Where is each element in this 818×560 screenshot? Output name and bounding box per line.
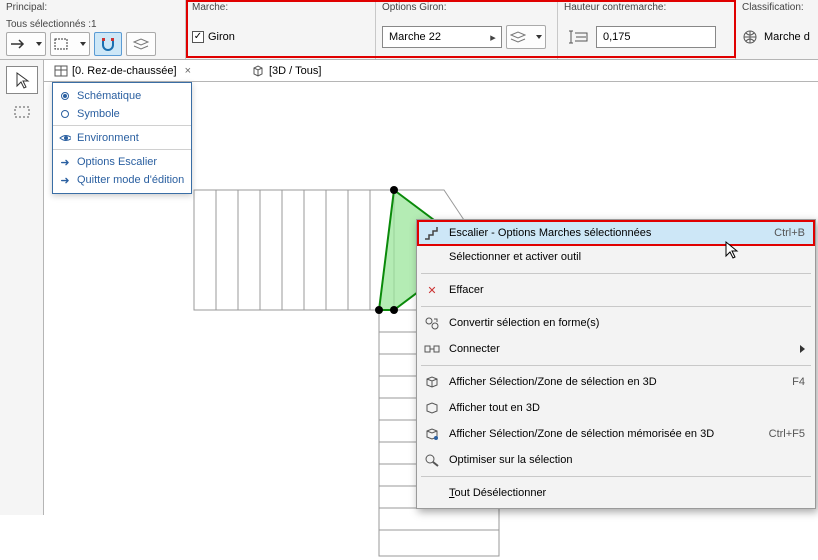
tab-3d[interactable]: [3D / Tous] [245,62,327,80]
section-marche: Marche: Giron [186,0,376,59]
ctx-effacer[interactable]: ✕ Effacer [419,277,813,303]
triangle-right-icon: ▸ [485,31,501,44]
menu-schematique[interactable]: Schématique [53,87,191,105]
tool-pointer[interactable] [6,66,38,94]
section-options-giron: Options Giron: Marche 22 ▸ [376,0,558,59]
ctx-deselect[interactable]: Tout Désélectionner [419,480,813,506]
tab-bar: [0. Rez-de-chaussée] × [3D / Tous] [44,60,818,82]
label-principal: Principal: [6,2,179,13]
input-hauteur-value: 0,175 [603,31,631,43]
checkbox-giron[interactable] [192,31,204,43]
classification-row: Marche d [742,19,812,55]
ctx-escalier-options[interactable]: Escalier - Options Marches sélectionnées… [417,220,815,246]
tab-plan-close[interactable]: × [185,65,191,77]
separator [421,365,811,366]
context-menu: Escalier - Options Marches sélectionnées… [416,219,816,509]
label-options-giron: Options Giron: [382,2,551,13]
section-hauteur: Hauteur contremarche: 0,175 [558,0,736,59]
stair-icon [423,224,441,242]
section-classification: Classification: Marche d [736,0,818,59]
label-classification: Classification: [742,2,812,13]
combo-giron-value: Marche 22 [383,31,485,43]
optimize-icon [423,451,441,469]
menu-symbole[interactable]: Symbole [53,105,191,126]
view3d-icon [423,373,441,391]
section-principal: Principal: Tous sélectionnés :1 [0,0,186,59]
arrow-right-icon: ➜ [59,174,71,186]
cube-icon [251,64,265,78]
ctx-convertir[interactable]: Convertir sélection en forme(s) [419,310,813,336]
tool-marquee-dropdown[interactable] [50,32,90,56]
menu-options-escalier[interactable]: ➜ Options Escalier [53,153,191,171]
radio-off-icon [61,110,69,118]
hauteur-icon [564,25,592,49]
giron-row: Marche 22 ▸ [382,19,551,55]
connect-icon [423,340,441,358]
ctx-afficher-mem-3d[interactable]: Afficher Sélection/Zone de sélection mém… [419,421,813,447]
convert-icon [423,314,441,332]
menu-quitter[interactable]: ➜ Quitter mode d'édition [53,171,191,189]
view-mode-menu: Schématique Symbole Environment ➜ Option… [52,82,192,194]
submenu-arrow-icon [800,345,805,353]
separator [421,306,811,307]
ctx-afficher-3d[interactable]: Afficher Sélection/Zone de sélection en … [419,369,813,395]
all3d-icon [423,399,441,417]
globe-icon [742,29,760,45]
tool-magnet[interactable] [94,32,122,56]
plan-icon [54,65,68,77]
marche-row: Giron [192,19,369,55]
combo-giron[interactable]: Marche 22 ▸ [382,26,502,48]
radio-on-icon [61,92,69,100]
separator [421,476,811,477]
menu-environment[interactable]: Environment [53,129,191,150]
label-marche: Marche: [192,2,369,13]
giron-layers-dropdown[interactable] [506,25,546,49]
tab-3d-label: [3D / Tous] [269,65,321,77]
separator [421,273,811,274]
classification-value: Marche d [764,31,810,43]
tool-marquee-2[interactable] [6,98,38,126]
tab-plan-label: [0. Rez-de-chaussée] [72,65,177,77]
label-selected-count: Tous sélectionnés :1 [6,19,179,30]
input-hauteur[interactable]: 0,175 [596,26,716,48]
principal-buttons [6,32,179,56]
tool-arrow-dropdown[interactable] [6,32,46,56]
ctx-connecter[interactable]: Connecter [419,336,813,362]
tab-plan[interactable]: [0. Rez-de-chaussée] × [48,63,197,79]
label-hauteur: Hauteur contremarche: [564,2,729,13]
x-icon: ✕ [423,281,441,299]
ctx-afficher-tout-3d[interactable]: Afficher tout en 3D [419,395,813,421]
hauteur-row: 0,175 [564,19,729,55]
toolbar: Principal: Tous sélectionnés :1 Marche: … [0,0,818,60]
arrow-right-icon: ➜ [59,156,71,168]
tool-layers[interactable] [126,32,156,56]
checkbox-giron-label: Giron [208,31,235,43]
mem3d-icon [423,425,441,443]
left-toolbox [0,60,44,515]
ctx-optimiser[interactable]: Optimiser sur la sélection [419,447,813,473]
eye-icon [59,132,71,144]
ctx-select-activate[interactable]: Sélectionner et activer outil [419,244,813,270]
